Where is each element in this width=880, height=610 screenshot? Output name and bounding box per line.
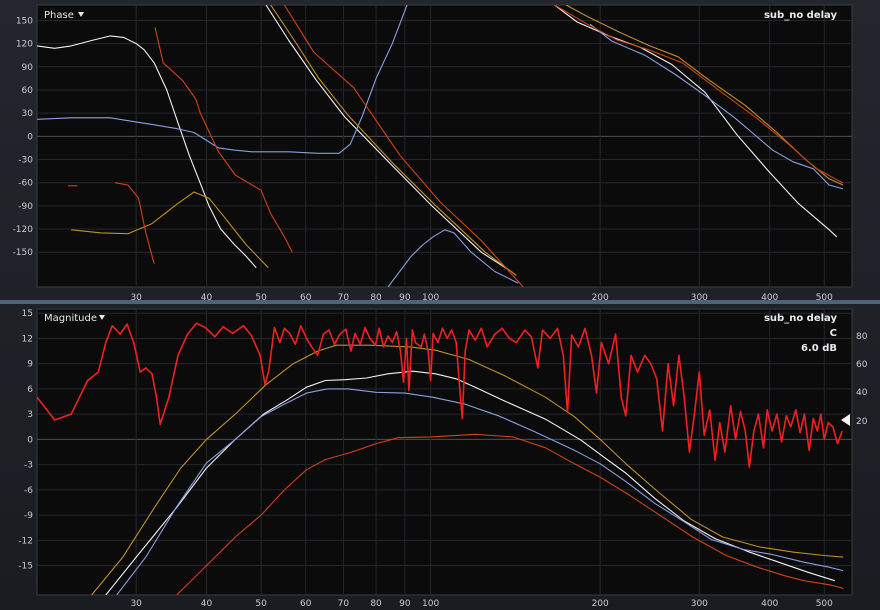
x-tick-label: 500 bbox=[816, 293, 833, 303]
x-tick-label: 80 bbox=[370, 599, 382, 609]
magnitude-measurement-label: sub_no delay bbox=[764, 313, 838, 324]
x-tick-label: 60 bbox=[300, 599, 312, 609]
y-tick-label: 3 bbox=[27, 410, 33, 420]
right-tick-label: 60 bbox=[856, 360, 868, 370]
weighting-label: C bbox=[830, 328, 837, 339]
x-tick-label: 500 bbox=[816, 599, 833, 609]
x-tick-label: 100 bbox=[422, 599, 439, 609]
y-tick-label: 30 bbox=[22, 109, 34, 119]
y-tick-label: 9 bbox=[27, 360, 33, 370]
y-tick-label: -30 bbox=[18, 156, 33, 166]
x-tick-label: 200 bbox=[592, 293, 609, 303]
analysis-graphs: 1501209060300-30-60-90-120-15030 40 50 60 70… bbox=[0, 4, 880, 609]
x-tick-label: 400 bbox=[761, 293, 778, 303]
x-tick-label: 300 bbox=[691, 293, 708, 303]
magnitude-plot-background bbox=[36, 308, 853, 596]
right-tick-label: 40 bbox=[856, 388, 868, 398]
y-tick-label: -6 bbox=[24, 486, 33, 496]
x-tick-label: 50 bbox=[255, 599, 267, 609]
y-tick-label: 12 bbox=[22, 334, 33, 344]
x-tick-label: 70 bbox=[338, 599, 350, 609]
y-tick-label: -60 bbox=[18, 179, 33, 189]
x-tick-label: 60 bbox=[300, 293, 312, 303]
y-tick-label: 60 bbox=[22, 86, 34, 96]
y-tick-label: -9 bbox=[24, 511, 33, 521]
rew-analysis-window: 150 120 90 60 30 0 -30 -60 -90 -120 -150 30 40 50 60 70… bbox=[0, 0, 880, 610]
y-tick-label: 90 bbox=[22, 63, 34, 73]
x-tick-label: 50 bbox=[255, 293, 267, 303]
x-tick-label: 40 bbox=[201, 599, 213, 609]
x-tick-label: 90 bbox=[399, 293, 411, 303]
y-tick-label: -3 bbox=[24, 461, 33, 471]
y-tick-label: -120 bbox=[13, 225, 34, 235]
y-tick-label: 0 bbox=[27, 435, 33, 445]
y-tick-label: -150 bbox=[13, 248, 34, 258]
x-tick-label: 100 bbox=[422, 293, 439, 303]
y-tick-label: 0 bbox=[27, 132, 33, 142]
right-tick-label: 80 bbox=[856, 332, 868, 342]
y-tick-label: 6 bbox=[27, 385, 33, 395]
scale-label: 6.0 dB bbox=[801, 343, 837, 354]
x-tick-label: 30 bbox=[130, 599, 142, 609]
x-tick-label: 80 bbox=[370, 293, 382, 303]
y-tick-label: -12 bbox=[18, 536, 33, 546]
y-tick-label: 15 bbox=[22, 309, 33, 319]
x-tick-label: 300 bbox=[691, 599, 708, 609]
x-tick-label: 400 bbox=[761, 599, 778, 609]
x-tick-label: 30 bbox=[130, 293, 142, 303]
y-tick-label: -90 bbox=[18, 202, 33, 212]
y-tick-label: -15 bbox=[18, 562, 33, 572]
phase-title[interactable]: Phase bbox=[44, 10, 74, 21]
magnitude-title[interactable]: Magnitude bbox=[44, 313, 97, 324]
x-tick-label: 40 bbox=[201, 293, 213, 303]
x-tick-label: 200 bbox=[592, 599, 609, 609]
y-tick-label: 120 bbox=[16, 40, 33, 50]
x-tick-label: 90 bbox=[399, 599, 411, 609]
y-tick-label: 150 bbox=[16, 16, 33, 26]
x-tick-label: 70 bbox=[338, 293, 350, 303]
phase-measurement-label: sub_no delay bbox=[764, 10, 838, 21]
right-tick-label: 20 bbox=[856, 417, 868, 427]
